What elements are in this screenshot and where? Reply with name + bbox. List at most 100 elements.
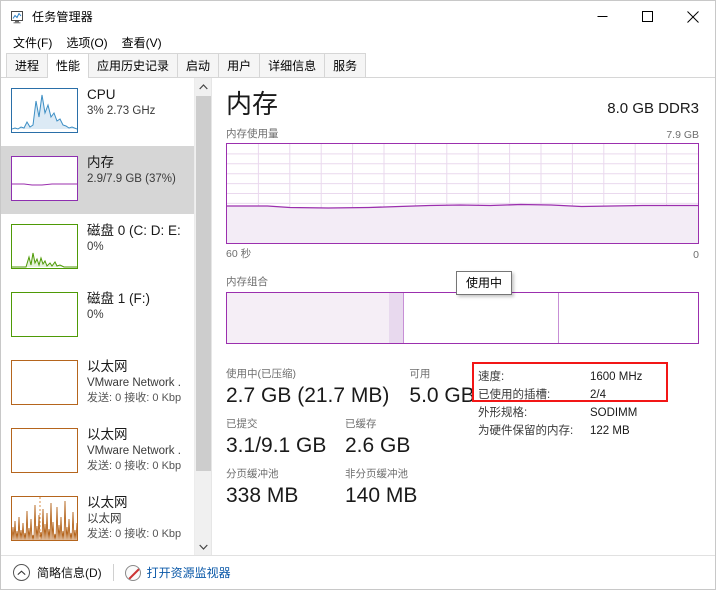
task-manager-window: 任务管理器 文件(F) 选项(O) 查看(V) 进程 性能 应用历史记录 启动 … [0,0,716,590]
sidebar-ethernet3-text: 以太网 以太网 发送: 0 接收: 0 Kbp [87,494,188,541]
detail-row-form-factor: 外形规格: SODIMM [478,404,699,422]
detail-slots-value: 2/4 [590,389,606,401]
sidebar-ethernet2-sub2: 发送: 0 接收: 0 Kbp [87,460,182,472]
menu-item-view[interactable]: 查看(V) [117,32,171,53]
chevron-up-icon[interactable] [13,564,30,581]
minimize-button[interactable] [580,1,625,32]
sidebar-cpu-title: CPU [87,87,116,102]
detail-speed-label: 速度: [478,371,505,383]
graph-time-right-label: 0 [693,249,699,261]
stat-available-value: 5.0 GB [409,384,475,407]
stat-paged-pool-value: 338 MB [226,484,299,507]
sidebar-item-ethernet-3[interactable]: 以太网 以太网 发送: 0 接收: 0 Kbp [1,486,194,554]
stat-available: 可用 5.0 GB [409,366,474,409]
status-bar: 简略信息(D) 打开资源监视器 [1,555,715,589]
sidebar-item-cpu[interactable]: CPU 3% 2.73 GHz [1,78,194,146]
tab-app-history[interactable]: 应用历史记录 [88,53,179,77]
sidebar-cpu-text: CPU 3% 2.73 GHz [87,86,188,119]
sidebar-ethernet1-title: 以太网 [87,359,128,374]
scroll-down-arrow-icon[interactable] [195,538,211,555]
memory-thumbnail-graph [11,156,78,201]
composition-segment-standby[interactable] [402,293,559,343]
stat-row-3: 分页缓冲池 338 MB 非分页缓冲池 140 MB [226,466,478,509]
memory-usage-plot [227,144,698,243]
disk1-thumbnail-graph [11,292,78,337]
sidebar-item-disk-1[interactable]: 磁盘 1 (F:) 0% [1,282,194,350]
stat-committed-value: 3.1/9.1 GB [226,434,327,457]
stat-available-label: 可用 [409,368,431,380]
open-resource-monitor-link[interactable]: 打开资源监视器 [147,564,231,581]
close-button[interactable] [670,1,715,32]
detail-form-factor-label: 外形规格: [478,407,528,419]
tab-services[interactable]: 服务 [324,53,367,77]
memory-details: 速度: 1600 MHz 已使用的插槽: 2/4 外形规格: SODIMM 为硬… [472,362,699,509]
graph-axis-bottom: 60 秒 0 [226,246,699,261]
resource-list: CPU 3% 2.73 GHz 内存 2.9/7.9 GB (37%) 磁盘 0… [1,78,194,555]
sidebar-disk0-title: 磁盘 0 (C: D: E: [87,223,181,238]
tab-users[interactable]: 用户 [218,53,261,77]
resource-monitor-icon [124,564,141,581]
memory-hardware-summary: 8.0 GB DDR3 [607,100,699,117]
ethernet2-thumbnail-graph [11,428,78,473]
graph-max-label: 7.9 GB [666,129,699,141]
composition-tooltip: 使用中 [456,271,513,295]
composition-segment-in-use[interactable] [227,293,390,343]
status-separator [112,564,114,581]
menu-item-options[interactable]: 选项(O) [61,32,116,53]
sidebar-disk0-text: 磁盘 0 (C: D: E: 0% [87,222,188,255]
composition-segment-free[interactable] [558,293,698,343]
window-controls [580,1,715,32]
graph-time-left-label: 60 秒 [226,248,252,260]
memory-usage-area [227,204,698,243]
stat-paged-pool: 分页缓冲池 338 MB [226,466,330,509]
stat-committed-label: 已提交 [226,418,258,430]
stat-nonpaged-pool-value: 140 MB [345,484,418,507]
sidebar-ethernet1-sub2: 发送: 0 接收: 0 Kbp [87,392,182,404]
sidebar-item-ethernet-2[interactable]: 以太网 VMware Network . 发送: 0 接收: 0 Kbp [1,418,194,486]
menu-item-file[interactable]: 文件(F) [8,32,61,53]
scrollbar-thumb[interactable] [196,96,211,471]
tab-strip: 进程 性能 应用历史记录 启动 用户 详细信息 服务 [1,53,715,78]
detail-row-speed: 速度: 1600 MHz [478,368,699,386]
stat-nonpaged-pool-label: 非分页缓冲池 [345,468,408,480]
scroll-up-arrow-icon[interactable] [195,78,211,95]
disk0-thumbnail-graph [11,224,78,269]
page-title: 内存 [226,89,279,119]
sidebar-disk0-sub: 0% [87,241,104,253]
sidebar-ethernet1-sub: VMware Network . [87,377,181,389]
sidebar-ethernet1-text: 以太网 VMware Network . 发送: 0 接收: 0 Kbp [87,358,188,405]
detail-slots-label: 已使用的插槽: [478,389,551,401]
window-title: 任务管理器 [32,10,94,24]
sidebar-ethernet3-sub: 以太网 [87,513,122,525]
menu-bar: 文件(F) 选项(O) 查看(V) [1,32,715,53]
stat-in-use: 使用中(已压缩) 2.7 GB (21.7 MB) [226,366,389,409]
fewer-details-button[interactable]: 简略信息(D) [37,564,102,581]
stat-cached-value: 2.6 GB [345,434,411,457]
sidebar-memory-text: 内存 2.9/7.9 GB (37%) [87,154,188,187]
memory-detail-panel: 内存 8.0 GB DDR3 内存使用量 7.9 GB 60 秒 0 内存组合 … [212,78,715,555]
composition-segment-modified[interactable] [389,293,403,343]
graph-title-label: 内存使用量 [226,128,279,140]
stat-paged-pool-label: 分页缓冲池 [226,468,279,480]
tab-performance[interactable]: 性能 [47,53,90,78]
memory-stats-left: 使用中(已压缩) 2.7 GB (21.7 MB) 可用 5.0 GB 已提交 … [226,366,478,509]
panel-header: 内存 8.0 GB DDR3 [226,88,699,120]
sidebar-disk1-title: 磁盘 1 (F:) [87,291,150,306]
detail-row-hw-reserved: 为硬件保留的内存: 122 MB [478,422,699,440]
stat-row-1: 使用中(已压缩) 2.7 GB (21.7 MB) 可用 5.0 GB [226,366,478,409]
sidebar-item-disk-0[interactable]: 磁盘 0 (C: D: E: 0% [1,214,194,282]
sidebar-item-ethernet-1[interactable]: 以太网 VMware Network . 发送: 0 接收: 0 Kbp [1,350,194,418]
sidebar-ethernet2-sub: VMware Network . [87,445,181,457]
detail-hw-reserved-label: 为硬件保留的内存: [478,425,574,437]
sidebar-item-memory[interactable]: 内存 2.9/7.9 GB (37%) [1,146,194,214]
ethernet3-thumbnail-graph [11,496,78,541]
maximize-button[interactable] [625,1,670,32]
sidebar-ethernet3-sub2: 发送: 0 接收: 0 Kbp [87,528,182,540]
stat-cached-label: 已缓存 [345,418,377,430]
tab-details[interactable]: 详细信息 [259,53,326,77]
resource-sidebar: CPU 3% 2.73 GHz 内存 2.9/7.9 GB (37%) 磁盘 0… [1,78,212,555]
tab-processes[interactable]: 进程 [6,53,49,77]
tab-startup[interactable]: 启动 [177,53,220,77]
memory-composition-bar[interactable] [226,292,699,344]
sidebar-scrollbar[interactable] [194,78,211,555]
